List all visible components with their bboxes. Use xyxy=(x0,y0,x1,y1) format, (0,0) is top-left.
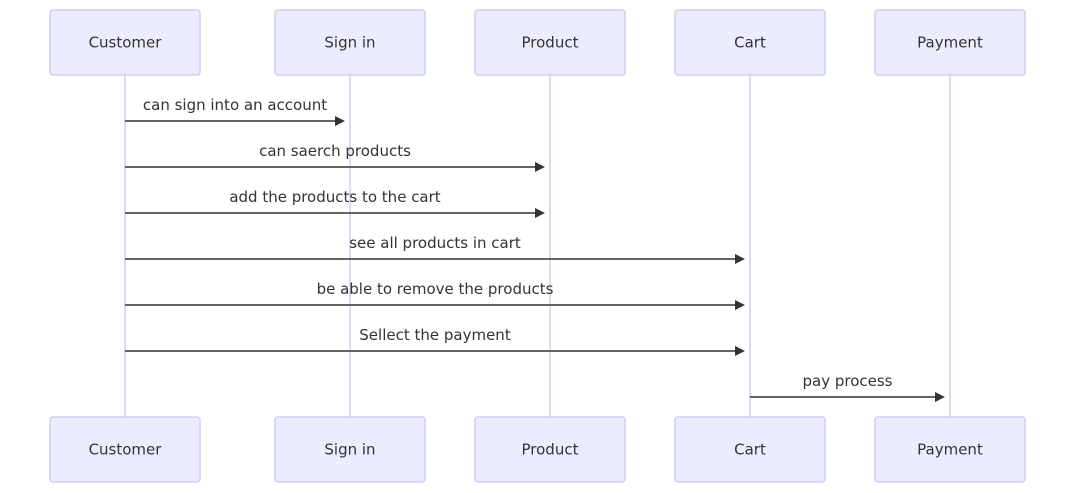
actor-cart-top: Cart xyxy=(674,9,826,76)
arrowhead xyxy=(535,162,545,172)
arrowhead xyxy=(735,300,745,310)
actor-customer-bottom: Customer xyxy=(49,416,201,483)
arrowhead xyxy=(935,392,945,402)
message-3: add the products to the cart xyxy=(125,188,545,218)
message-label: Sellect the payment xyxy=(359,326,511,344)
messages: can sign into an account can saerch produ… xyxy=(125,96,945,402)
actor-signin-top: Sign in xyxy=(274,9,426,76)
actor-payment-bottom: Payment xyxy=(874,416,1026,483)
sequence-diagram: can sign into an account can saerch produ… xyxy=(49,9,1026,483)
actor-label: Payment xyxy=(917,34,983,52)
actor-signin-bottom: Sign in xyxy=(274,416,426,483)
actor-label: Cart xyxy=(734,441,766,459)
actor-label: Cart xyxy=(734,34,766,52)
arrowhead xyxy=(735,346,745,356)
actor-label: Sign in xyxy=(324,34,375,52)
actor-product-bottom: Product xyxy=(474,416,626,483)
actor-cart-bottom: Cart xyxy=(674,416,826,483)
message-4: see all products in cart xyxy=(125,234,745,264)
actor-label: Sign in xyxy=(324,441,375,459)
actor-label: Product xyxy=(522,441,579,459)
message-7: pay process xyxy=(750,372,945,402)
arrowhead xyxy=(735,254,745,264)
actor-customer-top: Customer xyxy=(49,9,201,76)
actor-label: Product xyxy=(522,34,579,52)
message-label: see all products in cart xyxy=(349,234,521,252)
actor-product-top: Product xyxy=(474,9,626,76)
message-5: be able to remove the products xyxy=(125,280,745,310)
lifelines xyxy=(124,75,951,417)
message-label: pay process xyxy=(803,372,893,390)
message-label: add the products to the cart xyxy=(229,188,440,206)
arrowhead xyxy=(335,116,345,126)
actor-payment-top: Payment xyxy=(874,9,1026,76)
actor-label: Customer xyxy=(89,34,163,52)
actors-top: Customer Sign in Product Cart Payment xyxy=(49,9,1026,76)
message-label: be able to remove the products xyxy=(317,280,554,298)
message-label: can saerch products xyxy=(259,142,411,160)
actor-label: Payment xyxy=(917,441,983,459)
actors-bottom: Customer Sign in Product Cart Payment xyxy=(49,416,1026,483)
message-2: can saerch products xyxy=(125,142,545,172)
message-label: can sign into an account xyxy=(143,96,327,114)
message-1: can sign into an account xyxy=(125,96,345,126)
actor-label: Customer xyxy=(89,441,163,459)
arrowhead xyxy=(535,208,545,218)
message-6: Sellect the payment xyxy=(125,326,745,356)
